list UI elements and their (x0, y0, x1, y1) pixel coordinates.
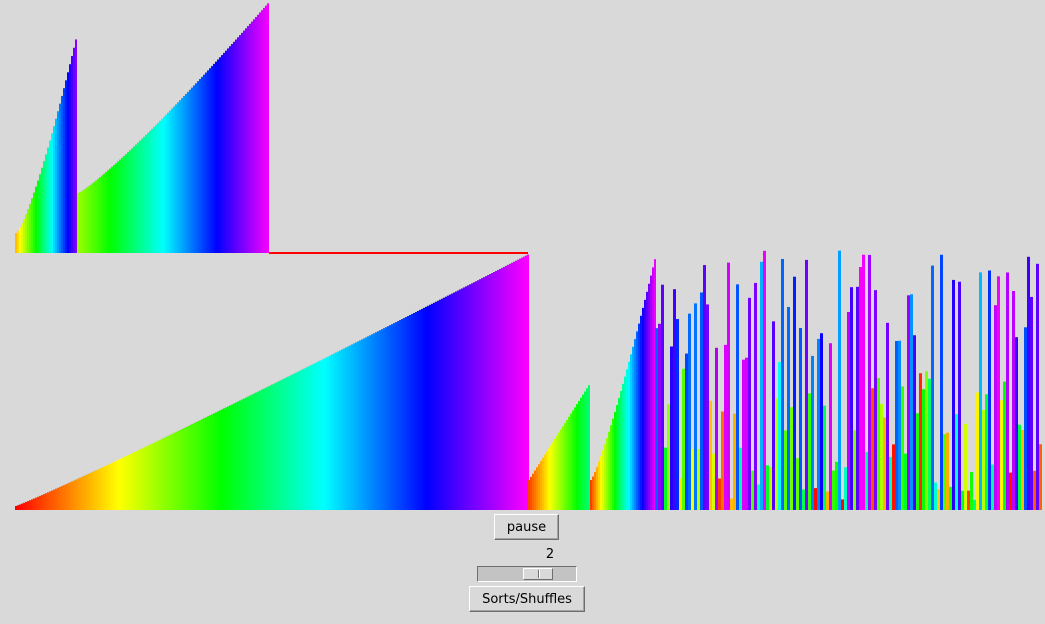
speed-slider[interactable] (477, 566, 577, 582)
sort-visualization-canvas (15, 3, 1042, 511)
pause-button[interactable]: pause (494, 514, 559, 540)
speed-slider-thumb[interactable] (523, 568, 553, 580)
sorts-shuffles-button[interactable]: Sorts/Shuffles (469, 586, 585, 612)
speed-value-label: 2 (545, 547, 555, 562)
